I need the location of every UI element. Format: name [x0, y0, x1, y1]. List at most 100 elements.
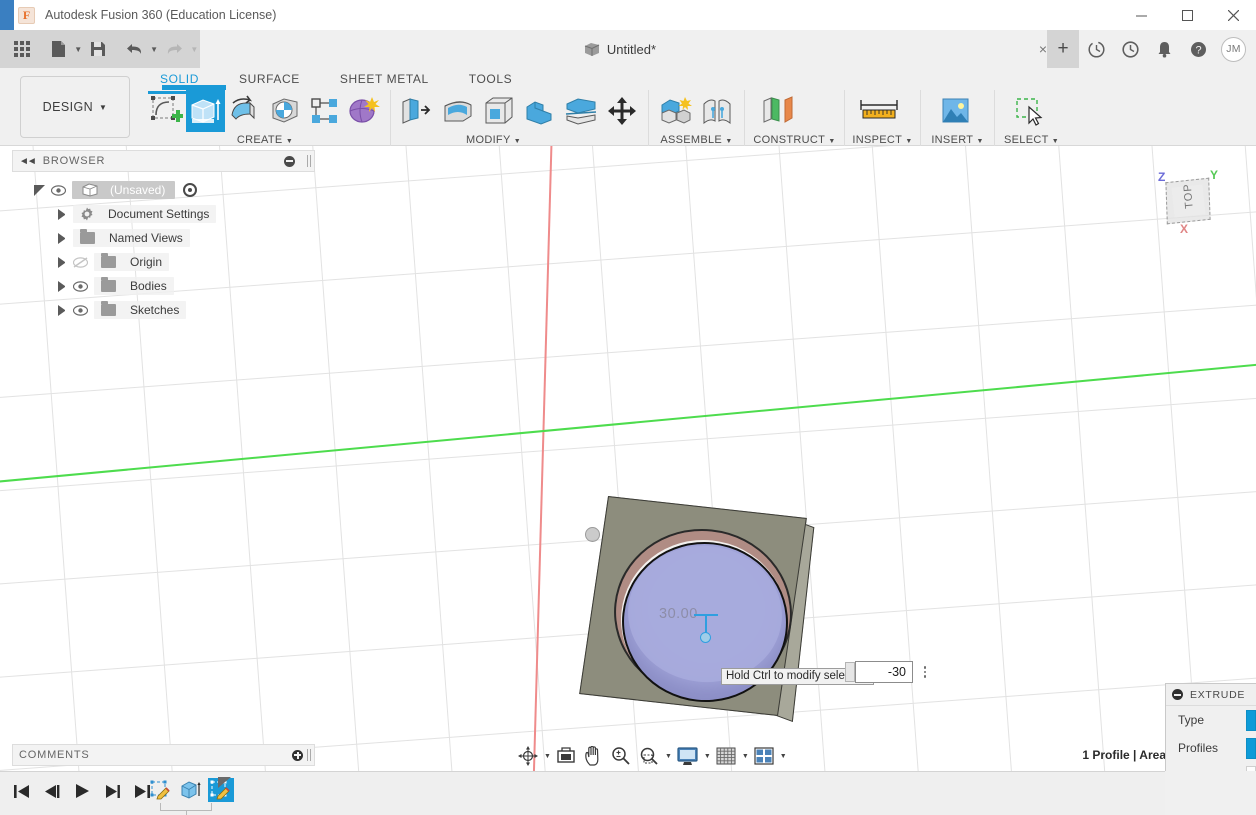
- visibility-eye-icon[interactable]: [73, 280, 88, 292]
- joint-icon[interactable]: [697, 90, 739, 132]
- browser-minimize-icon[interactable]: [284, 155, 295, 167]
- step-back-icon[interactable]: [42, 780, 62, 802]
- extruded-body[interactable]: 30.00: [579, 496, 830, 746]
- sweep-icon[interactable]: [265, 90, 305, 132]
- browser-item-named-views-row[interactable]: Named Views: [73, 229, 190, 247]
- ribbon-group-label-insert[interactable]: INSERT ▼: [921, 134, 994, 146]
- recent-activity-icon[interactable]: [1113, 30, 1147, 68]
- user-avatar[interactable]: JM: [1221, 36, 1246, 62]
- browser-item-sketches-row[interactable]: Sketches: [94, 301, 187, 319]
- browser-item-unsaved[interactable]: (Unsaved): [12, 178, 315, 202]
- add-comment-icon[interactable]: [292, 749, 303, 761]
- offset-plane-icon[interactable]: [751, 90, 807, 132]
- collapse-left-icon[interactable]: ◄◄: [19, 156, 37, 167]
- look-at-icon[interactable]: [553, 744, 579, 768]
- revolve-icon[interactable]: [225, 90, 265, 132]
- new-component-icon[interactable]: [655, 90, 697, 132]
- create-sketch-icon[interactable]: [146, 90, 186, 132]
- expand-arrow-icon[interactable]: [58, 256, 67, 268]
- view-cube[interactable]: TOP Z Y X: [1152, 168, 1228, 240]
- pan-icon[interactable]: [581, 744, 606, 768]
- expand-arrow-icon[interactable]: [58, 208, 67, 220]
- select-window-icon[interactable]: [1001, 90, 1057, 132]
- extrude-profiles-select[interactable]: [1246, 738, 1256, 759]
- grid-snaps-icon[interactable]: [713, 744, 739, 768]
- browser-item-origin-row[interactable]: Origin: [94, 253, 170, 271]
- new-file-caret-icon[interactable]: ▼: [72, 35, 83, 63]
- tab-tools[interactable]: TOOLS: [449, 68, 532, 92]
- display-settings-icon[interactable]: [674, 744, 701, 768]
- browser-item-origin[interactable]: Origin: [12, 250, 315, 274]
- comments-resize-grip[interactable]: [307, 749, 308, 761]
- extrude-row-type[interactable]: Type: [1166, 706, 1256, 734]
- zoom-icon[interactable]: [608, 744, 634, 768]
- document-tab[interactable]: Untitled*: [530, 30, 710, 68]
- kebab-menu-icon[interactable]: [916, 661, 934, 683]
- redo-caret-icon[interactable]: ▼: [189, 35, 200, 63]
- collapse-icon[interactable]: [1172, 689, 1183, 700]
- display-settings-caret-icon[interactable]: ▼: [704, 753, 711, 760]
- viewports-caret-icon[interactable]: ▼: [780, 753, 787, 760]
- extrude-row-profiles[interactable]: Profiles: [1166, 734, 1256, 762]
- insert-image-icon[interactable]: [927, 90, 983, 132]
- expand-arrow-icon[interactable]: [58, 232, 67, 244]
- timeline-extrude-feature[interactable]: [178, 778, 204, 802]
- play-icon[interactable]: [72, 780, 92, 802]
- timeline-marker[interactable]: [218, 777, 231, 788]
- workspace-selector[interactable]: DESIGN ▼: [20, 76, 130, 138]
- new-tab-button[interactable]: +: [1047, 30, 1079, 68]
- measure-icon[interactable]: [851, 90, 907, 132]
- redo-icon[interactable]: [162, 35, 187, 63]
- extrude-icon[interactable]: [161, 85, 226, 132]
- ribbon-group-label-construct[interactable]: CONSTRUCT ▼: [745, 134, 844, 146]
- expand-arrow-icon[interactable]: [34, 184, 45, 196]
- browser-item-document-settings[interactable]: Document Settings: [12, 202, 315, 226]
- step-forward-icon[interactable]: [102, 780, 122, 802]
- distance-input[interactable]: [856, 665, 906, 679]
- extrude-type-select[interactable]: [1246, 710, 1256, 731]
- tab-sheet-metal[interactable]: SHEET METAL: [320, 68, 449, 92]
- visibility-eye-icon[interactable]: [73, 304, 88, 316]
- fillet-icon[interactable]: [438, 90, 479, 132]
- close-button[interactable]: [1210, 0, 1256, 30]
- create-form-icon[interactable]: [344, 90, 384, 132]
- browser-item-unsaved-row[interactable]: (Unsaved): [72, 181, 176, 199]
- split-face-icon[interactable]: [560, 90, 601, 132]
- move-copy-icon[interactable]: [601, 90, 642, 132]
- tab-surface[interactable]: SURFACE: [219, 68, 320, 92]
- maximize-button[interactable]: [1164, 0, 1210, 30]
- browser-item-bodies[interactable]: Bodies: [12, 274, 315, 298]
- app-grid-icon[interactable]: [10, 35, 35, 63]
- expand-arrow-icon[interactable]: [58, 280, 67, 292]
- go-to-beginning-icon[interactable]: [12, 780, 32, 802]
- timeline-sketch-feature[interactable]: [148, 778, 174, 802]
- grid-snaps-caret-icon[interactable]: ▼: [742, 753, 749, 760]
- new-file-icon[interactable]: [46, 35, 71, 63]
- save-icon[interactable]: [86, 35, 111, 63]
- ribbon-group-label-modify[interactable]: MODIFY ▼: [339, 134, 648, 146]
- browser-item-bodies-row[interactable]: Bodies: [94, 277, 174, 295]
- undo-caret-icon[interactable]: ▼: [148, 35, 159, 63]
- visibility-eye-icon[interactable]: [51, 184, 66, 196]
- help-icon[interactable]: ?: [1181, 30, 1215, 68]
- expand-arrow-icon[interactable]: [58, 304, 67, 316]
- distance-value-box[interactable]: [855, 661, 913, 683]
- notifications-bell-icon[interactable]: [1147, 30, 1181, 68]
- zoom-window-caret-icon[interactable]: ▼: [665, 753, 672, 760]
- orbit-caret-icon[interactable]: ▼: [544, 753, 551, 760]
- browser-resize-grip[interactable]: [307, 155, 308, 167]
- press-pull-icon[interactable]: [397, 90, 438, 132]
- viewports-icon[interactable]: [751, 744, 777, 768]
- ribbon-group-label-inspect[interactable]: INSPECT ▼: [845, 134, 920, 146]
- browser-item-named-views[interactable]: Named Views: [12, 226, 315, 250]
- undo-icon[interactable]: [122, 35, 147, 63]
- job-status-icon[interactable]: [1079, 30, 1113, 68]
- visibility-eye-off-icon[interactable]: [73, 256, 88, 268]
- shell-icon[interactable]: [479, 90, 520, 132]
- zoom-window-icon[interactable]: [636, 744, 662, 768]
- activate-component-radio[interactable]: [183, 183, 198, 197]
- orbit-icon[interactable]: [515, 744, 541, 768]
- browser-item-document-settings-row[interactable]: Document Settings: [73, 205, 217, 223]
- combine-icon[interactable]: [519, 90, 560, 132]
- rectangular-pattern-icon[interactable]: [305, 90, 345, 132]
